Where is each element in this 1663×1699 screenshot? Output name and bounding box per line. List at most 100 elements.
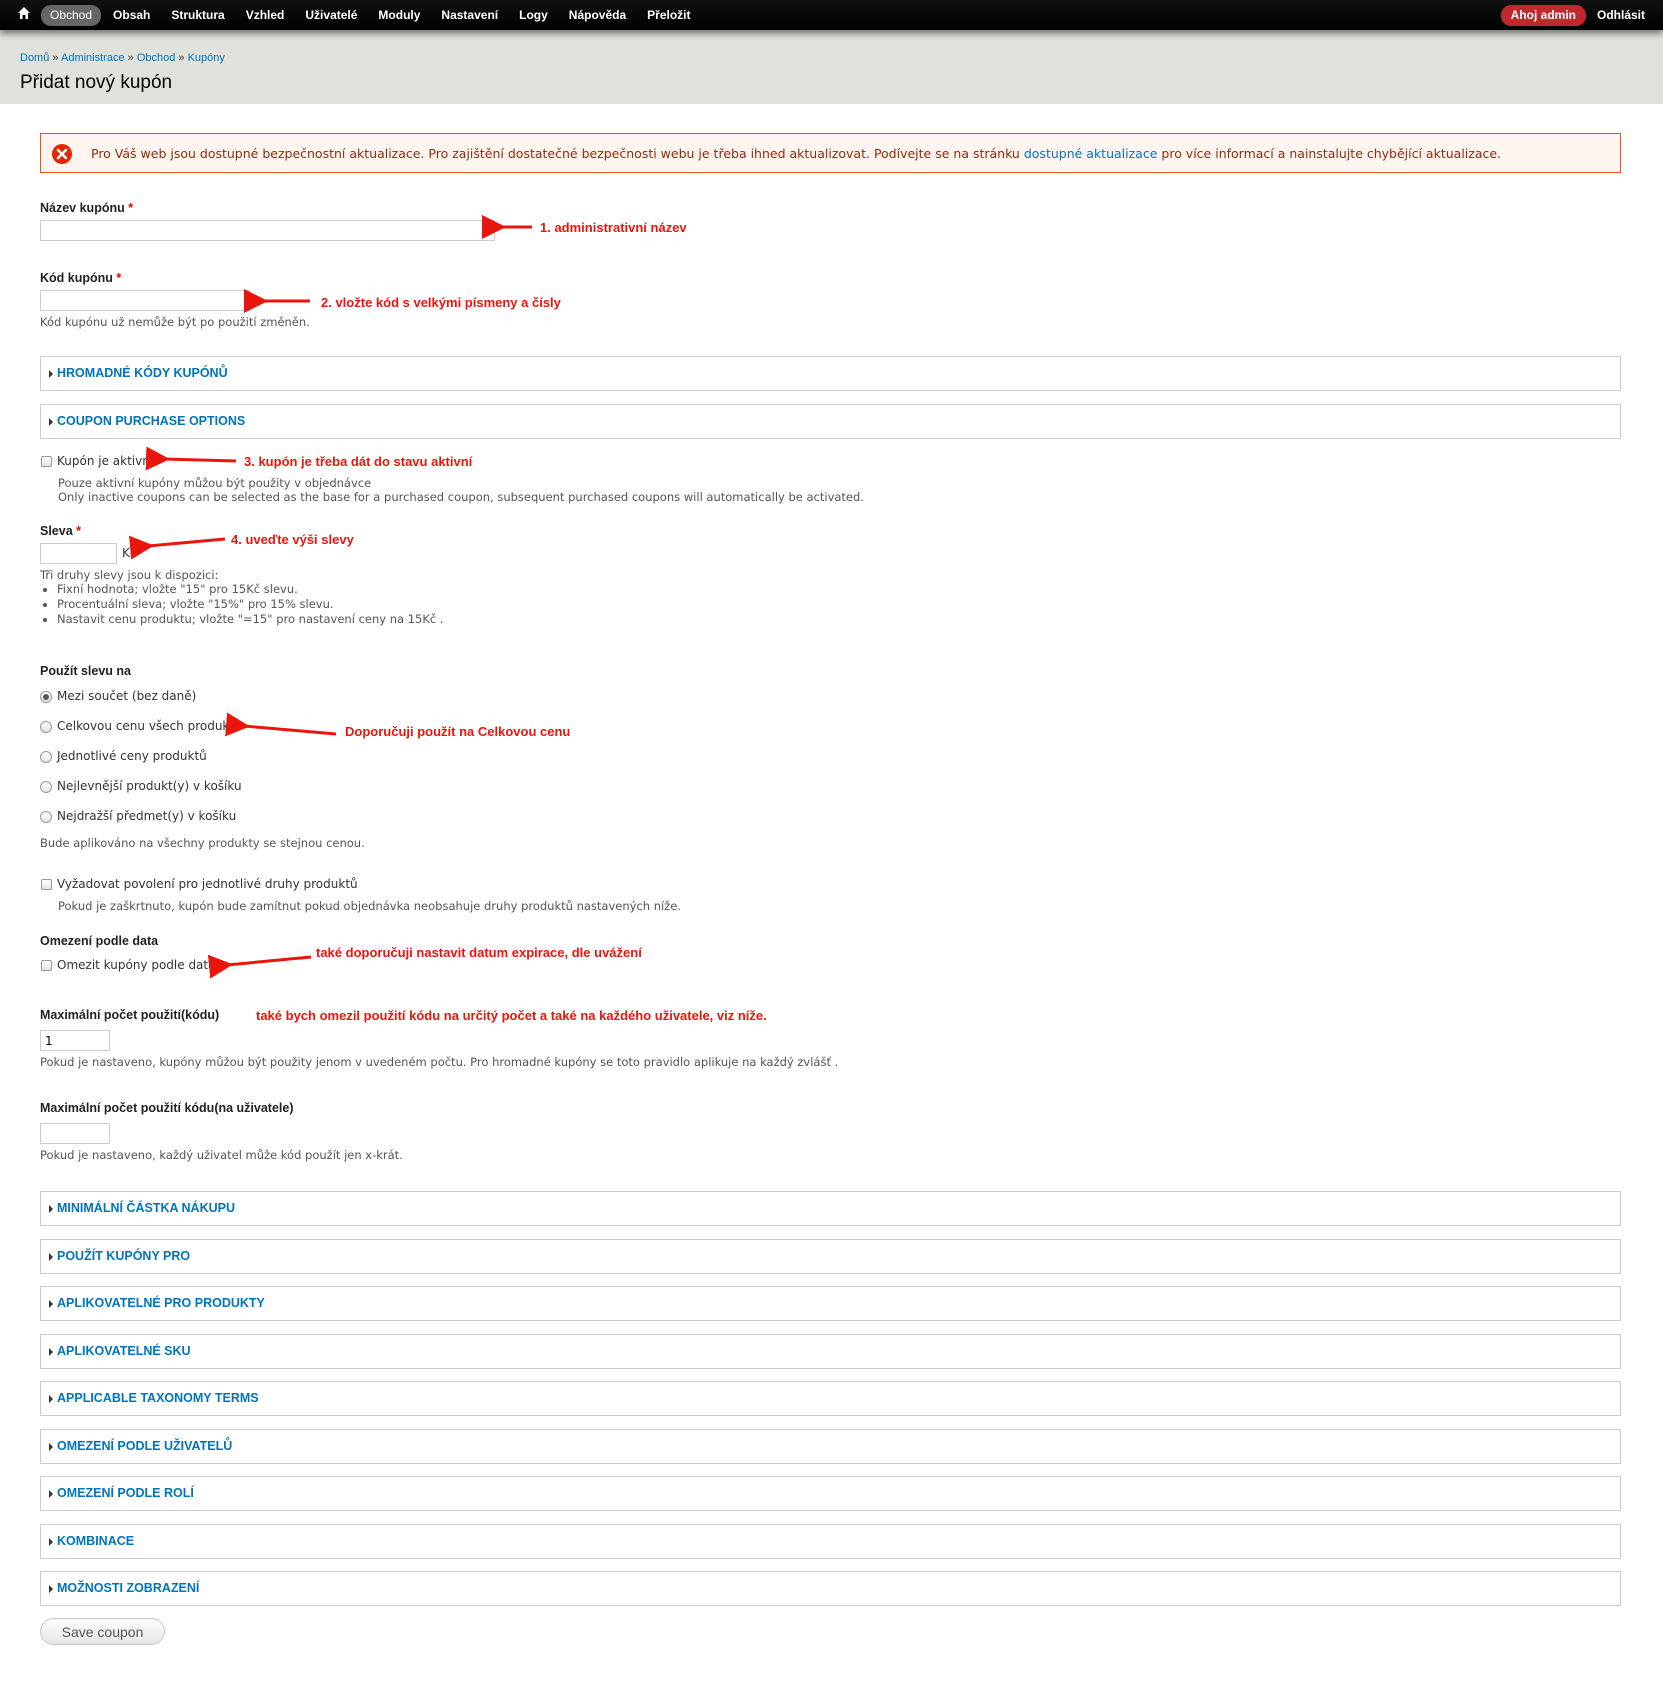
save-coupon-button[interactable]: Save coupon [40, 1618, 165, 1645]
required-marker: * [76, 524, 82, 538]
annotation-2: 2. vložte kód s velkými písmeny a čísly [321, 295, 561, 310]
apply-option-radio[interactable] [40, 781, 52, 793]
max-uses-per-user-description: Pokud je nastaveno, každý uživatel může … [40, 1148, 403, 1162]
collapse-arrow-icon [49, 1300, 53, 1308]
alert-message: Pro Váš web jsou dostupné bezpečnostní a… [91, 146, 1501, 161]
fieldset-legend: COUPON PURCHASE OPTIONS [57, 414, 246, 428]
fieldset-legend: APLIKOVATELNÉ SKU [57, 1344, 191, 1358]
error-icon [52, 144, 72, 164]
apply-option-label: Jednotlivé ceny produktů [57, 749, 207, 763]
breadcrumb-separator: » [127, 52, 134, 64]
require-product-types-label: Vyžadovat povolení pro jednotlivé druhy … [57, 877, 358, 891]
fieldset-legend: POUŽÍT KUPÓNY PRO [57, 1249, 191, 1263]
coupon-name-input[interactable] [40, 220, 495, 241]
admin-toolbar: Obchod Obsah Struktura Vzhled Uživatelé … [0, 0, 1663, 30]
fieldset-display-options[interactable]: MOŽNOSTI ZOBRAZENÍ [40, 1571, 1621, 1606]
apply-option-label: Nejdražší předmet(y) v košíku [57, 809, 237, 823]
collapse-arrow-icon [49, 1348, 53, 1356]
fieldset-legend: APPLICABLE TAXONOMY TERMS [57, 1391, 259, 1405]
fieldset-taxonomy-terms[interactable]: APPLICABLE TAXONOMY TERMS [40, 1381, 1621, 1416]
fieldset-use-coupons-for[interactable]: POUŽÍT KUPÓNY PRO [40, 1239, 1621, 1274]
toolbar-item-logy[interactable]: Logy [510, 5, 557, 26]
active-checkbox[interactable] [41, 456, 52, 467]
user-greeting[interactable]: Ahoj admin [1500, 5, 1586, 26]
require-product-types-checkbox[interactable] [41, 879, 52, 890]
breadcrumb-obchod[interactable]: Obchod [137, 52, 176, 64]
fieldset-role-restrictions[interactable]: OMEZENÍ PODLE ROLÍ [40, 1476, 1621, 1511]
fieldset-legend: MOŽNOSTI ZOBRAZENÍ [57, 1581, 200, 1595]
alert-text-after: pro více informací a nainstalujte chyběj… [1161, 146, 1502, 161]
available-updates-link[interactable]: dostupné aktualizace [1024, 146, 1158, 161]
fieldset-bulk-codes[interactable]: HROMADNÉ KÓDY KUPÓNŮ [40, 356, 1621, 391]
apply-option-radio[interactable] [40, 751, 52, 763]
home-icon[interactable] [16, 5, 32, 21]
logout-link[interactable]: Odhlásit [1597, 8, 1645, 22]
collapse-arrow-icon [49, 370, 53, 378]
page-header: Domů » Administrace » Obchod » Kupóny Př… [0, 30, 1663, 104]
collapse-arrow-icon [49, 1253, 53, 1261]
max-uses-input[interactable] [40, 1030, 110, 1051]
security-alert: Pro Váš web jsou dostupné bezpečnostní a… [40, 133, 1621, 173]
discount-input[interactable] [40, 543, 117, 564]
annotation-6: také doporučuji nastavit datum expirace,… [316, 945, 642, 960]
active-description-2: Only inactive coupons can be selected as… [58, 490, 864, 504]
toolbar-menu: Obchod Obsah Struktura Vzhled Uživatelé … [41, 5, 703, 26]
toolbar-item-nastaveni[interactable]: Nastavení [432, 5, 507, 26]
breadcrumb-separator: » [52, 52, 59, 64]
active-description-1: Pouze aktivní kupóny můžou být použity v… [58, 476, 372, 490]
breadcrumb-kupony[interactable]: Kupóny [188, 52, 225, 64]
currency-unit: Kč [122, 546, 137, 560]
fieldset-legend: HROMADNÉ KÓDY KUPÓNŮ [57, 366, 228, 380]
page-title: Přidat nový kupón [20, 72, 173, 93]
coupon-code-label: Kód kupónu * [40, 271, 121, 285]
breadcrumb-domu[interactable]: Domů [20, 52, 49, 64]
annotation-7: také bych omezil použití kódu na určitý … [256, 1008, 767, 1023]
discount-label: Sleva * [40, 524, 81, 538]
toolbar-item-napoveda[interactable]: Nápověda [560, 5, 635, 26]
alert-text-before: Pro Váš web jsou dostupné bezpečnostní a… [91, 146, 1020, 161]
discount-label-text: Sleva [40, 524, 73, 538]
coupon-code-input[interactable] [40, 290, 250, 311]
max-uses-per-user-input[interactable] [40, 1123, 110, 1144]
toolbar-item-obchod[interactable]: Obchod [41, 5, 102, 26]
toolbar-item-prelozit[interactable]: Přeložit [638, 5, 699, 26]
discount-types-list: Fixní hodnota; vložte "15" pro 15Kč slev… [40, 582, 444, 627]
fieldset-user-restrictions[interactable]: OMEZENÍ PODLE UŽIVATELŮ [40, 1429, 1621, 1464]
apply-option-radio[interactable] [40, 691, 52, 703]
toolbar-item-moduly[interactable]: Moduly [369, 5, 429, 26]
annotation-5: Doporučuji použít na Celkovou cenu [345, 724, 571, 739]
breadcrumb-administrace[interactable]: Administrace [61, 52, 125, 64]
toolbar-item-struktura[interactable]: Struktura [162, 5, 233, 26]
fieldset-applicable-sku[interactable]: APLIKOVATELNÉ SKU [40, 1334, 1621, 1369]
arrow-6 [207, 954, 312, 979]
collapse-arrow-icon [49, 1538, 53, 1546]
coupon-name-label-text: Název kupónu [40, 201, 125, 215]
toolbar-item-uzivatele[interactable]: Uživatelé [296, 5, 366, 26]
require-product-types-description: Pokud je zaškrtnuto, kupón bude zamítnut… [58, 899, 681, 913]
fieldset-purchase-options[interactable]: COUPON PURCHASE OPTIONS [40, 404, 1621, 439]
collapse-arrow-icon [49, 1490, 53, 1498]
annotation-3: 3. kupón je třeba dát do stavu aktivní [244, 454, 473, 469]
toolbar-item-obsah[interactable]: Obsah [104, 5, 159, 26]
fieldset-combinations[interactable]: KOMBINACE [40, 1524, 1621, 1559]
coupon-code-description: Kód kupónu už nemůže být po použití změn… [40, 315, 310, 329]
discount-type-item: Nastavit cenu produktu; vložte "=15" pro… [57, 612, 444, 627]
fieldset-min-amount[interactable]: MINIMÁLNÍ ČÁSTKA NÁKUPU [40, 1191, 1621, 1226]
annotation-1: 1. administrativní název [540, 220, 687, 235]
apply-option-radio[interactable] [40, 721, 52, 733]
apply-option-radio[interactable] [40, 811, 52, 823]
fieldset-applicable-products[interactable]: APLIKOVATELNÉ PRO PRODUKTY [40, 1286, 1621, 1321]
annotation-4: 4. uveďte výši slevy [231, 532, 354, 547]
apply-option-label: Nejlevnější produkt(y) v košíku [57, 779, 242, 793]
max-uses-label: Maximální počet použití(kódu) [40, 1008, 220, 1022]
arrow-3 [145, 446, 237, 471]
apply-description: Bude aplikováno na všechny produkty se s… [40, 836, 365, 850]
required-marker: * [128, 201, 134, 215]
coupon-name-label: Název kupónu * [40, 201, 133, 215]
coupon-code-label-text: Kód kupónu [40, 271, 113, 285]
apply-discount-label: Použít slevu na [40, 664, 131, 678]
collapse-arrow-icon [49, 1585, 53, 1593]
fieldset-legend: OMEZENÍ PODLE UŽIVATELŮ [57, 1439, 233, 1453]
toolbar-item-vzhled[interactable]: Vzhled [237, 5, 294, 26]
date-restriction-checkbox[interactable] [41, 960, 52, 971]
